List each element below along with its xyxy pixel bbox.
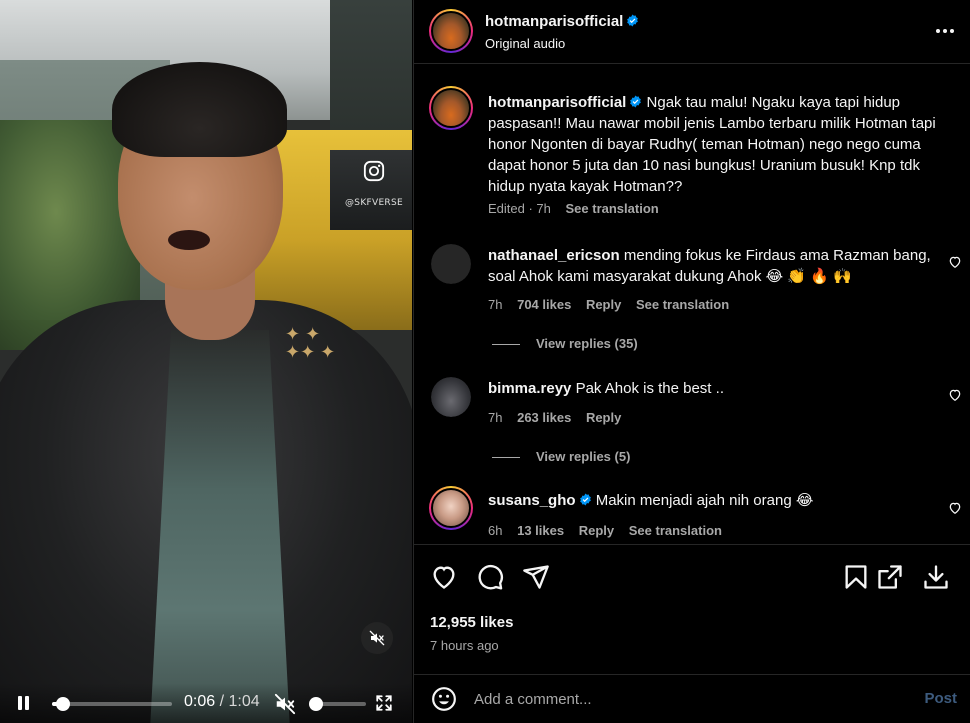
- comment-input[interactable]: [474, 684, 894, 714]
- view-replies-button[interactable]: View replies (5): [492, 449, 630, 464]
- add-comment-bar: Post: [414, 674, 970, 723]
- view-replies-label[interactable]: View replies (5): [536, 449, 630, 464]
- bookmark-icon[interactable]: [842, 563, 870, 591]
- view-replies-button[interactable]: View replies (35): [492, 336, 638, 351]
- author-avatar[interactable]: [429, 9, 473, 53]
- external-link-icon[interactable]: [876, 563, 904, 591]
- caption-body: hotmanparisofficial Ngak tau malu! Ngaku…: [488, 92, 937, 197]
- comment-text: Pak Ahok is the best ..: [575, 380, 724, 397]
- pause-icon: [18, 696, 22, 710]
- post-header: hotmanparisofficial Original audio: [414, 0, 970, 64]
- comment-username[interactable]: bimma.reyy: [488, 380, 571, 397]
- pause-button[interactable]: [16, 696, 32, 712]
- post-comment-button[interactable]: Post: [924, 690, 957, 707]
- instagram-icon: [363, 160, 385, 182]
- watermark-text: @SKFVERSE: [345, 198, 403, 208]
- heart-icon[interactable]: [948, 388, 962, 402]
- comment-meta: 7h 704 likes Reply See translation: [488, 297, 740, 312]
- comment-time: 6h: [488, 523, 503, 538]
- caption-edited: Edited · 7h: [488, 201, 551, 216]
- time-display: 0:06 / 1:04: [184, 693, 260, 711]
- reply-button[interactable]: Reply: [579, 523, 614, 538]
- mute-icon: [369, 630, 385, 646]
- video-frame: ✦ ✦ ✦✦ ✦: [0, 0, 412, 723]
- likes-count[interactable]: 12,955 likes: [430, 614, 513, 631]
- heart-icon[interactable]: [948, 501, 962, 515]
- caption-see-translation[interactable]: See translation: [566, 201, 659, 216]
- reply-button[interactable]: Reply: [586, 297, 621, 312]
- volume-slider[interactable]: [308, 697, 366, 711]
- current-time: 0:06: [184, 693, 216, 710]
- action-bar: [414, 544, 970, 610]
- post-panel: hotmanparisofficial Original audio hotma…: [413, 0, 970, 723]
- reply-button[interactable]: Reply: [586, 410, 621, 425]
- comment-time: 7h: [488, 410, 503, 425]
- seek-handle[interactable]: [56, 697, 71, 711]
- comments-list[interactable]: hotmanparisofficial Ngak tau malu! Ngaku…: [414, 64, 970, 544]
- author-username-text[interactable]: hotmanparisofficial: [485, 13, 623, 30]
- caption-avatar[interactable]: [429, 86, 473, 130]
- comment-likes[interactable]: 263 likes: [517, 410, 571, 425]
- see-translation-button[interactable]: See translation: [636, 297, 729, 312]
- caption-username[interactable]: hotmanparisofficial: [488, 94, 626, 111]
- comment-likes[interactable]: 704 likes: [517, 297, 571, 312]
- comment-body: susans_gho Makin menjadi ajah nih orang …: [488, 490, 937, 511]
- comment-username[interactable]: susans_gho: [488, 492, 576, 509]
- comment-likes[interactable]: 13 likes: [517, 523, 564, 538]
- video-watermark: @SKFVERSE: [334, 160, 412, 210]
- time-separator: /: [219, 693, 225, 710]
- fullscreen-icon[interactable]: [375, 694, 393, 712]
- volume-handle[interactable]: [308, 697, 323, 711]
- verified-icon: [630, 95, 642, 108]
- seek-bar[interactable]: [52, 697, 172, 711]
- comment-icon[interactable]: [476, 563, 504, 591]
- mute-toggle-button[interactable]: [361, 622, 393, 654]
- heart-icon[interactable]: [948, 255, 962, 269]
- duration: 1:04: [228, 693, 260, 710]
- emoji-icon[interactable]: [431, 686, 457, 712]
- video-controls: 0:06 / 1:04: [0, 683, 412, 723]
- comment-meta: 7h 263 likes Reply: [488, 410, 632, 425]
- volume-muted-icon[interactable]: [274, 693, 296, 715]
- commenter-avatar[interactable]: [431, 244, 471, 284]
- replies-divider: [492, 457, 520, 459]
- heart-icon[interactable]: [430, 563, 458, 591]
- commenter-avatar[interactable]: [429, 486, 473, 530]
- more-icon: [936, 29, 940, 33]
- commenter-avatar[interactable]: [431, 377, 471, 417]
- comment-body: bimma.reyy Pak Ahok is the best ..: [488, 378, 937, 399]
- more-options-button[interactable]: [933, 22, 957, 40]
- verified-icon: [579, 493, 591, 506]
- share-icon[interactable]: [522, 563, 550, 591]
- comment-body: nathanael_ericson mending fokus ke Firda…: [488, 245, 937, 287]
- caption-meta: Edited · 7h See translation: [488, 201, 670, 216]
- author-username[interactable]: hotmanparisofficial: [485, 13, 639, 30]
- post-timestamp[interactable]: 7 hours ago: [430, 638, 499, 653]
- audio-link[interactable]: Original audio: [485, 36, 565, 51]
- see-translation-button[interactable]: See translation: [629, 523, 722, 538]
- verified-icon: [627, 14, 639, 27]
- video-player[interactable]: ✦ ✦ ✦✦ ✦ @SKFVERSE 0:06 / 1:04: [0, 0, 412, 723]
- comment-meta: 6h 13 likes Reply See translation: [488, 523, 733, 538]
- comment-text: Makin menjadi ajah nih orang 😂: [595, 492, 814, 509]
- download-icon[interactable]: [922, 563, 950, 591]
- comment-time: 7h: [488, 297, 503, 312]
- view-replies-label[interactable]: View replies (35): [536, 336, 638, 351]
- comment-username[interactable]: nathanael_ericson: [488, 247, 620, 264]
- replies-divider: [492, 344, 520, 346]
